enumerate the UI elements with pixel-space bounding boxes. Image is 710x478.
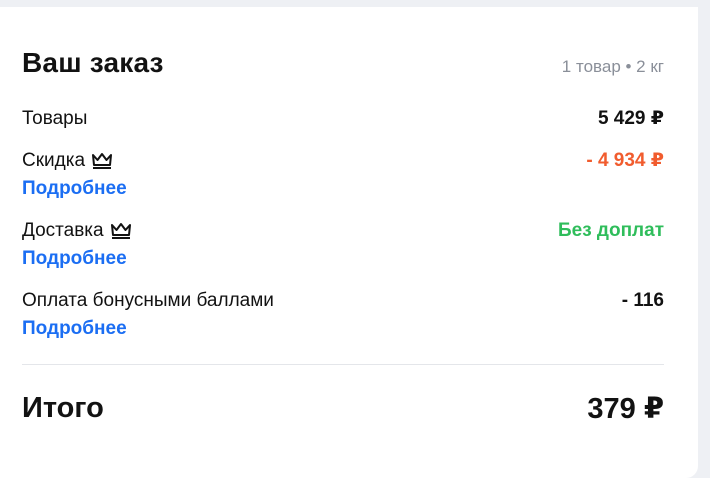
bonus-more-link[interactable]: Подробнее (22, 317, 274, 341)
row-discount-label: Скидка (22, 150, 86, 171)
total-label: Итого (22, 392, 104, 424)
row-delivery: Доставка Подробнее Без доплат (22, 219, 664, 271)
row-goods: Товары 5 429 ₽ (22, 107, 664, 131)
crown-icon (91, 152, 113, 170)
row-discount: Скидка Подробнее - 4 934 ₽ (22, 149, 664, 201)
row-bonus: Оплата бонусными баллами Подробнее - 116 (22, 289, 664, 341)
row-discount-value: - 4 934 ₽ (586, 150, 664, 171)
order-title: Ваш заказ (22, 47, 164, 78)
row-delivery-value: Без доплат (557, 220, 664, 241)
order-summary-card: Ваш заказ 1 товар • 2 кг Товары 5 429 ₽ … (0, 7, 698, 478)
discount-more-link[interactable]: Подробнее (22, 177, 127, 201)
delivery-more-link[interactable]: Подробнее (22, 247, 132, 271)
crown-icon (110, 222, 132, 240)
row-bonus-label: Оплата бонусными баллами (22, 290, 274, 311)
row-goods-value: 5 429 ₽ (597, 108, 664, 129)
order-meta: 1 товар • 2 кг (561, 57, 664, 76)
order-summary-header: Ваш заказ 1 товар • 2 кг (22, 47, 664, 79)
order-rows: Товары 5 429 ₽ Скидка Подробнее - 4 934 … (22, 107, 664, 341)
divider (22, 364, 664, 365)
order-total: Итого 379 ₽ (22, 391, 664, 426)
row-bonus-value: - 116 (621, 290, 664, 311)
row-delivery-label: Доставка (22, 220, 104, 241)
total-value: 379 ₽ (587, 393, 664, 425)
row-goods-label: Товары (22, 108, 88, 129)
